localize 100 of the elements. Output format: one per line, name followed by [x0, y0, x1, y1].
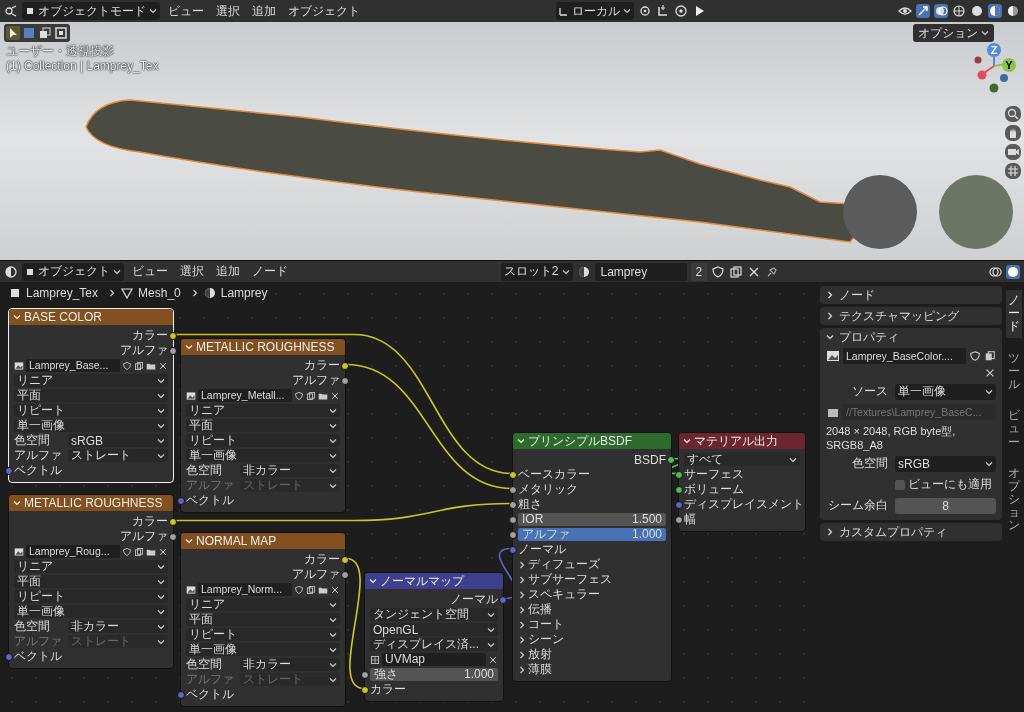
- close-icon[interactable]: [158, 546, 168, 557]
- camera-icon[interactable]: [1005, 144, 1021, 160]
- color-space-dropdown[interactable]: 非カラー: [240, 464, 340, 477]
- color-space-dropdown[interactable]: sRGB: [68, 434, 168, 447]
- sidebar-tab[interactable]: ビュー: [1006, 405, 1022, 453]
- image-name-field[interactable]: Lamprey_Roug...: [26, 545, 120, 558]
- projection-dropdown[interactable]: 平面: [186, 613, 340, 626]
- image-name-field[interactable]: Lamprey_Metall...: [198, 389, 292, 402]
- image-name-field[interactable]: Lamprey_BaseColor....: [843, 348, 966, 364]
- projection-dropdown[interactable]: 平面: [14, 575, 168, 588]
- strength-field[interactable]: 強さ 1.000: [370, 668, 498, 681]
- ior-field[interactable]: IOR 1.500: [518, 513, 666, 526]
- slot-dropdown[interactable]: スロット2: [500, 262, 573, 281]
- image-name-field[interactable]: Lamprey_Base...: [26, 359, 120, 372]
- extension-dropdown[interactable]: リピート: [186, 434, 340, 447]
- image-texture-node[interactable]: BASE COLOR カラー アルファ Lamprey_Base... リニア 平面 リピート 単一画像 色空間 sRGB アルファ ストレート ベクトル: [8, 308, 174, 483]
- source-dropdown[interactable]: 単一画像: [14, 419, 168, 432]
- mode-dropdown[interactable]: オブジェクトモード: [22, 2, 160, 20]
- projection-dropdown[interactable]: 平面: [14, 389, 168, 402]
- convention-dropdown[interactable]: OpenGL: [370, 623, 498, 636]
- seam-margin-field[interactable]: 8: [895, 497, 996, 514]
- collapse-icon[interactable]: [517, 437, 525, 445]
- interpolation-dropdown[interactable]: リニア: [186, 598, 340, 611]
- overlay-toggle-icon[interactable]: [988, 264, 1002, 279]
- image-icon[interactable]: [826, 349, 840, 363]
- panel-label[interactable]: 伝播: [528, 601, 552, 618]
- duplicate-icon[interactable]: [984, 350, 996, 362]
- menu-item[interactable]: ビュー: [128, 263, 172, 280]
- shield-icon[interactable]: [294, 584, 304, 595]
- select-mode-icon[interactable]: [38, 26, 52, 40]
- image-icon[interactable]: [186, 390, 196, 401]
- visibility-icon[interactable]: [898, 4, 912, 18]
- snap-icon[interactable]: [656, 4, 670, 18]
- editor-type-icon[interactable]: [4, 264, 18, 279]
- collapse-icon[interactable]: [185, 343, 193, 351]
- panel-label[interactable]: コート: [528, 616, 564, 633]
- breadcrumb-item[interactable]: Mesh_0: [138, 286, 181, 300]
- target-dropdown[interactable]: すべて: [684, 453, 800, 466]
- color-space-dropdown[interactable]: 非カラー: [240, 658, 340, 671]
- select-tool-icon[interactable]: [6, 26, 20, 40]
- collapse-icon[interactable]: [369, 577, 377, 585]
- shading-toggle-icon[interactable]: [1006, 264, 1020, 279]
- panel-label[interactable]: 薄膜: [528, 661, 552, 678]
- image-icon[interactable]: [14, 360, 24, 371]
- zoom-icon[interactable]: [1005, 106, 1021, 122]
- proportional-edit-icon[interactable]: [674, 4, 688, 18]
- image-name-field[interactable]: Lamprey_Norm...: [198, 583, 292, 596]
- material-output-node[interactable]: マテリアル出力 すべて サーフェス ボリューム ディスプレイスメント 幅: [678, 432, 806, 532]
- color-space-dropdown[interactable]: sRGB: [895, 455, 996, 472]
- projection-dropdown[interactable]: 平面: [186, 419, 340, 432]
- close-icon[interactable]: [488, 654, 498, 665]
- wireframe-shading-icon[interactable]: [952, 4, 966, 18]
- duplicate-icon[interactable]: [134, 360, 144, 371]
- collapse-icon[interactable]: [13, 313, 21, 321]
- shield-icon[interactable]: [711, 264, 726, 279]
- uv-map-field[interactable]: UVMap: [382, 653, 486, 666]
- interpolation-dropdown[interactable]: リニア: [186, 404, 340, 417]
- panel-label[interactable]: サブサーフェス: [528, 571, 612, 588]
- breadcrumb-item[interactable]: Lamprey: [220, 286, 268, 300]
- material-sphere-icon[interactable]: [576, 264, 591, 279]
- source-dropdown[interactable]: 単一画像: [186, 643, 340, 656]
- menu-item[interactable]: 追加: [212, 263, 244, 280]
- collapse-icon[interactable]: [683, 437, 691, 445]
- alpha-field[interactable]: アルファ 1.000: [518, 528, 666, 541]
- breadcrumb-item[interactable]: Lamprey_Tex: [26, 286, 99, 300]
- sidebar-tab[interactable]: オプション: [1006, 462, 1022, 537]
- panel-label[interactable]: 放射: [528, 646, 552, 663]
- space-dropdown[interactable]: タンジェント空間: [370, 608, 498, 621]
- overlay-toggle-icon[interactable]: [934, 4, 948, 18]
- source-dropdown[interactable]: 単一画像: [14, 605, 168, 618]
- duplicate-icon[interactable]: [306, 390, 316, 401]
- image-icon[interactable]: [14, 546, 24, 557]
- menu-item[interactable]: オブジェクト: [284, 2, 364, 20]
- shield-icon[interactable]: [294, 390, 304, 401]
- menu-item[interactable]: ビュー: [164, 2, 208, 20]
- interpolation-dropdown[interactable]: リニア: [14, 374, 168, 387]
- close-icon[interactable]: [330, 390, 340, 401]
- alpha-mode-dropdown[interactable]: ストレート: [68, 449, 168, 462]
- image-icon[interactable]: [186, 584, 196, 595]
- principled-bsdf-node[interactable]: プリンシプルBSDF BSDF ベースカラー メタリック 粗さ IOR 1.500 アルファ 1.000 ノーマル ディフューズ サブサーフェス スペキュラー 伝播 コート シーン 放射 薄膜: [512, 432, 672, 682]
- close-icon[interactable]: [158, 360, 168, 371]
- menu-item[interactable]: ノード: [248, 263, 292, 280]
- rendered-shading-icon[interactable]: [1006, 4, 1020, 18]
- extension-dropdown[interactable]: リピート: [186, 628, 340, 641]
- options-button[interactable]: オプション: [913, 24, 994, 42]
- interpolation-dropdown[interactable]: リニア: [14, 560, 168, 573]
- source-dropdown[interactable]: 単一画像: [895, 383, 996, 400]
- menu-item[interactable]: 追加: [248, 2, 280, 20]
- close-icon[interactable]: [330, 584, 340, 595]
- panel-header[interactable]: プロパティ: [820, 328, 1002, 346]
- grid-icon[interactable]: [1005, 163, 1021, 179]
- gizmo-toggle-icon[interactable]: [916, 4, 930, 18]
- source-dropdown[interactable]: 単一画像: [186, 449, 340, 462]
- close-icon[interactable]: [984, 367, 996, 379]
- panel-header[interactable]: カスタムプロパティ: [820, 523, 1002, 541]
- extension-dropdown[interactable]: リピート: [14, 404, 168, 417]
- menu-item[interactable]: 選択: [212, 2, 244, 20]
- color-space-dropdown[interactable]: 非カラー: [68, 620, 168, 633]
- sidebar-tab[interactable]: ノード: [1006, 290, 1022, 338]
- panel-header[interactable]: ノード: [820, 286, 1002, 304]
